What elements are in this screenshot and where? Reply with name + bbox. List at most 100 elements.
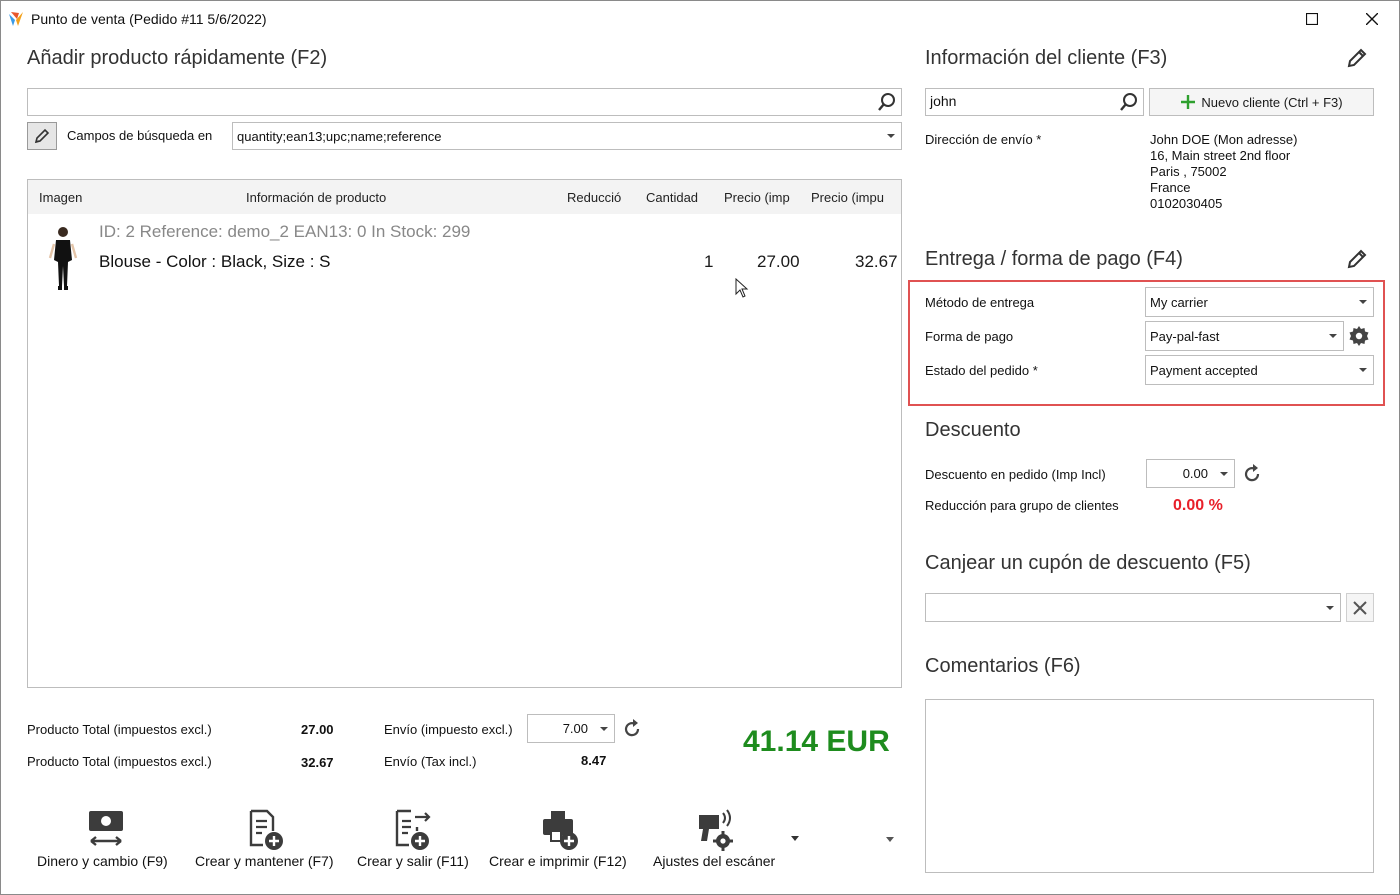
- gear-icon[interactable]: [1349, 326, 1369, 346]
- search-fields-value: quantity;ean13;upc;name;reference: [237, 128, 442, 144]
- comments-textarea[interactable]: [925, 699, 1374, 873]
- shipping-excl-label: Envío (impuesto excl.): [384, 722, 513, 737]
- plus-icon: [1181, 95, 1196, 109]
- new-customer-label: Nuevo cliente (Ctrl + F3): [1201, 94, 1343, 110]
- order-discount-label: Descuento en pedido (Imp Incl): [925, 467, 1106, 482]
- create-exit-label: Crear y salir (F11): [357, 853, 469, 869]
- more-actions-dropdown-icon[interactable]: [886, 837, 894, 842]
- delivery-title: Entrega / forma de pago (F4): [925, 248, 1183, 270]
- money-exchange-icon: [89, 811, 123, 846]
- group-discount-label: Reducción para grupo de clientes: [925, 498, 1119, 513]
- coupon-select[interactable]: [925, 593, 1341, 622]
- product-total-excl-value: 27.00: [301, 722, 334, 737]
- new-customer-button[interactable]: Nuevo cliente (Ctrl + F3): [1149, 88, 1374, 116]
- scanner-settings-icon: [699, 809, 733, 851]
- product-thumbnail: [48, 227, 78, 290]
- product-quantity: 1: [704, 252, 714, 271]
- cash-change-label: Dinero y cambio (F9): [37, 853, 168, 869]
- chevron-down-icon: [600, 726, 608, 731]
- column-header[interactable]: Reducció: [567, 190, 629, 205]
- payment-label: Forma de pago: [925, 329, 1014, 344]
- edit-search-fields-button[interactable]: [27, 122, 57, 150]
- chevron-down-icon: [887, 134, 895, 138]
- refresh-icon[interactable]: [621, 718, 643, 740]
- payment-select[interactable]: Pay-pal-fast: [1145, 321, 1344, 351]
- product-price-excl: 27.00: [757, 252, 800, 271]
- carrier-select[interactable]: My carrier: [1145, 287, 1374, 317]
- create-exit-button[interactable]: Crear y salir (F11): [357, 805, 471, 873]
- product-total-excl-label: Producto Total (impuestos excl.): [27, 722, 212, 737]
- column-header[interactable]: Imagen: [39, 190, 82, 205]
- order-discount-input[interactable]: 0.00: [1146, 459, 1235, 488]
- chevron-down-icon: [1326, 605, 1334, 610]
- discount-title: Descuento: [925, 419, 1021, 441]
- create-print-label: Crear e imprimir (F12): [489, 853, 627, 869]
- cash-change-button[interactable]: Dinero y cambio (F9): [37, 805, 175, 873]
- column-header[interactable]: Precio (imp: [724, 190, 796, 205]
- search-icon[interactable]: [1119, 92, 1139, 112]
- customer-title: Información del cliente (F3): [925, 47, 1168, 69]
- printer-add-icon: [543, 811, 578, 850]
- clear-coupon-button[interactable]: [1346, 593, 1374, 622]
- scanner-settings-button[interactable]: Ajustes del escáner: [653, 805, 781, 873]
- shipping-incl-value: 8.47: [581, 753, 607, 768]
- product-name: Blouse - Color : Black, Size : S: [99, 252, 331, 271]
- product-total-incl-value: 32.67: [301, 755, 334, 770]
- close-icon: [1366, 13, 1378, 25]
- app-logo-icon: [9, 12, 23, 26]
- carrier-value: My carrier: [1150, 294, 1208, 310]
- search-fields-label: Campos de búsqueda en: [67, 128, 213, 143]
- shipping-incl-label: Envío (Tax incl.): [384, 754, 477, 769]
- pos-window: Punto de venta (Pedido #11 5/6/2022) Aña…: [0, 0, 1400, 895]
- search-icon[interactable]: [877, 92, 897, 112]
- grand-total: 41.14 EUR: [743, 725, 890, 758]
- product-search-input[interactable]: [27, 88, 902, 116]
- address-line: John DOE (Mon adresse): [1150, 132, 1298, 147]
- close-icon: [1353, 600, 1367, 615]
- search-fields-select[interactable]: quantity;ean13;upc;name;reference: [232, 122, 902, 150]
- create-keep-button[interactable]: Crear y mantener (F7): [195, 805, 339, 873]
- chevron-down-icon: [1329, 334, 1337, 338]
- order-status-select[interactable]: Payment accepted: [1145, 355, 1374, 385]
- refresh-icon[interactable]: [1241, 463, 1263, 485]
- column-header[interactable]: Cantidad: [646, 190, 698, 205]
- title-bar: Punto de venta (Pedido #11 5/6/2022): [1, 1, 1399, 37]
- create-print-button[interactable]: Crear e imprimir (F12): [489, 805, 635, 873]
- edit-customer-icon[interactable]: [1346, 47, 1368, 69]
- create-keep-label: Crear y mantener (F7): [195, 853, 334, 869]
- address-line: 16, Main street 2nd floor: [1150, 148, 1291, 163]
- document-add-icon: [249, 809, 283, 850]
- customer-search-input[interactable]: john: [925, 88, 1144, 116]
- document-export-icon: [395, 809, 431, 850]
- scanner-dropdown-icon[interactable]: [791, 836, 799, 841]
- add-product-title: Añadir producto rápidamente (F2): [27, 47, 328, 69]
- edit-delivery-icon[interactable]: [1346, 248, 1368, 270]
- comments-title: Comentarios (F6): [925, 655, 1081, 677]
- product-grid: Imagen Información de producto Reducció …: [27, 179, 902, 688]
- chevron-down-icon: [1359, 368, 1367, 372]
- window-title: Punto de venta (Pedido #11 5/6/2022): [31, 11, 267, 27]
- pencil-icon: [34, 128, 50, 144]
- product-info-line: ID: 2 Reference: demo_2 EAN13: 0 In Stoc…: [99, 222, 471, 241]
- product-total-incl-label: Producto Total (impuestos excl.): [27, 754, 212, 769]
- maximize-icon: [1306, 13, 1318, 25]
- column-header[interactable]: Precio (impu: [811, 190, 901, 205]
- shipping-address-label: Dirección de envío *: [925, 132, 1042, 147]
- column-header[interactable]: Información de producto: [246, 190, 386, 205]
- maximize-button[interactable]: [1289, 5, 1335, 33]
- order-status-label: Estado del pedido *: [925, 363, 1038, 378]
- table-row[interactable]: ID: 2 Reference: demo_2 EAN13: 0 In Stoc…: [28, 214, 901, 294]
- group-discount-value: 0.00 %: [1173, 497, 1223, 514]
- carrier-label: Método de entrega: [925, 295, 1035, 310]
- shipping-excl-input[interactable]: 7.00: [527, 714, 615, 743]
- close-button[interactable]: [1349, 5, 1395, 33]
- address-line: 0102030405: [1150, 196, 1223, 211]
- shipping-address: John DOE (Mon adresse) 16, Main street 2…: [1150, 132, 1297, 212]
- address-line: Paris , 75002: [1150, 164, 1227, 179]
- coupon-title: Canjear un cupón de descuento (F5): [925, 552, 1251, 574]
- address-line: France: [1150, 180, 1191, 195]
- chevron-down-icon: [1359, 300, 1367, 304]
- chevron-down-icon: [1220, 471, 1228, 476]
- order-status-value: Payment accepted: [1150, 362, 1258, 378]
- shipping-excl-value: 7.00: [562, 721, 588, 736]
